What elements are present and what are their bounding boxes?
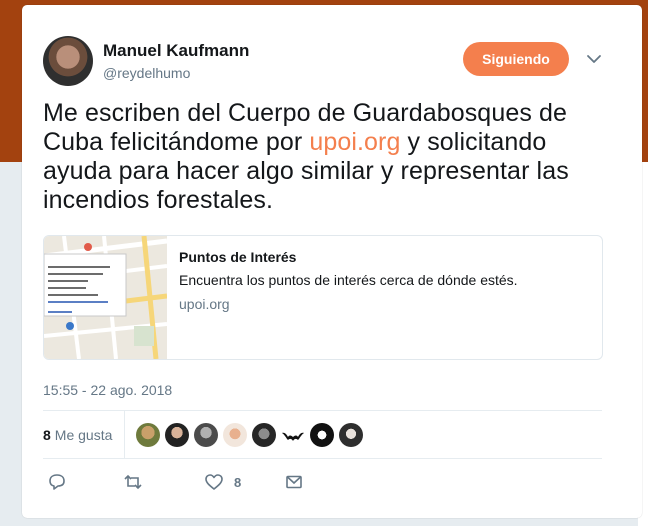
reply-button[interactable] [47,470,67,494]
liker-avatar[interactable] [136,423,160,447]
like-count: 8 [234,474,242,490]
like-button[interactable]: 8 [204,470,241,494]
map-thumbnail-image [44,236,167,359]
divider [43,458,602,459]
liker-avatar[interactable] [281,423,305,447]
liker-avatars [136,423,368,447]
tweet-card: Manuel Kaufmann @reydelhumo Siguiendo Me… [22,5,642,518]
avatar[interactable] [43,36,93,86]
tweet-text: Me escriben del Cuerpo de Guardabosques … [43,99,603,215]
likes-label: Me gusta [54,426,113,443]
liker-avatar[interactable] [252,423,276,447]
chevron-down-icon[interactable] [586,51,602,67]
link-card-domain: upoi.org [179,296,230,312]
liker-avatar[interactable] [223,423,247,447]
retweet-icon [124,474,142,490]
bat-icon [282,432,304,441]
tweet-link[interactable]: upoi.org [309,128,400,156]
tweet-timestamp[interactable]: 15:55 - 22 ago. 2018 [43,382,172,398]
divider [124,411,125,458]
liker-avatar[interactable] [310,423,334,447]
retweet-button[interactable] [123,470,143,494]
message-icon [286,475,302,489]
author-name[interactable]: Manuel Kaufmann [103,41,249,61]
liker-avatar[interactable] [165,423,189,447]
divider [43,410,602,411]
likes-summary[interactable]: 8 Me gusta [43,411,112,458]
following-button[interactable]: Siguiendo [463,42,569,76]
link-preview-card[interactable]: Puntos de Interés Encuentra los puntos d… [43,235,603,360]
link-card-title: Puntos de Interés [179,249,297,265]
direct-message-button[interactable] [284,470,304,494]
liker-avatar[interactable] [194,423,218,447]
heart-icon [205,474,223,490]
link-card-description: Encuentra los puntos de interés cerca de… [179,272,518,288]
author-handle[interactable]: @reydelhumo [103,65,190,81]
likes-count: 8 [43,426,51,443]
liker-avatar[interactable] [339,423,363,447]
reply-icon [49,474,65,490]
